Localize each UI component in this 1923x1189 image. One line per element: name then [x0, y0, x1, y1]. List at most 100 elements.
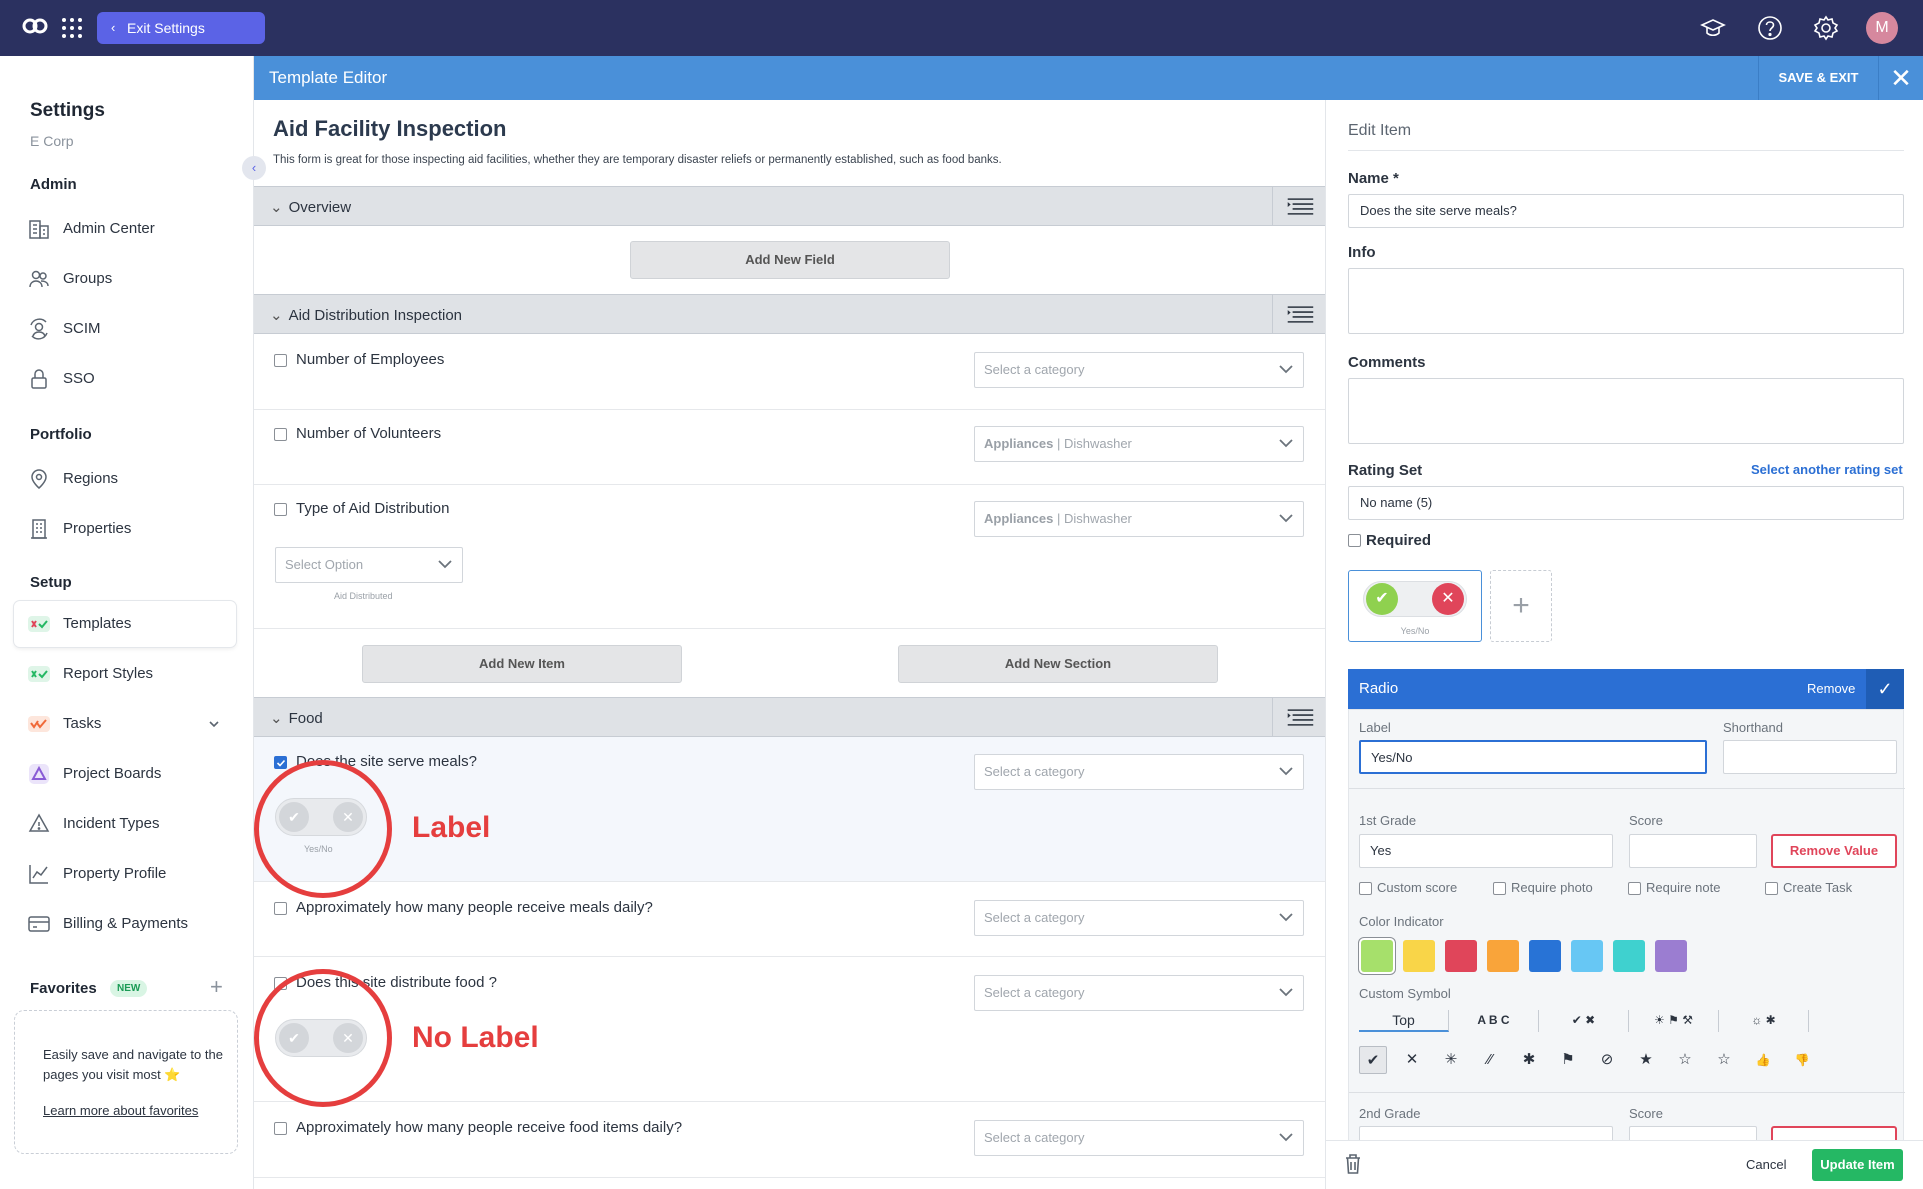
- update-item-button[interactable]: Update Item: [1812, 1149, 1903, 1181]
- check-icon[interactable]: ✔: [1359, 1046, 1387, 1074]
- thumbs-down-icon[interactable]: 👎: [1788, 1046, 1816, 1074]
- reorder-icon[interactable]: [1272, 295, 1325, 333]
- sidebar-item-templates[interactable]: Templates: [14, 601, 236, 647]
- question-row-selected[interactable]: Does the site serve meals? Select a cate…: [254, 737, 1325, 898]
- category-select[interactable]: Appliances | Dishwasher: [974, 426, 1304, 462]
- reorder-icon[interactable]: [1272, 698, 1325, 736]
- check-icon[interactable]: ✓: [1866, 669, 1904, 709]
- rating-set-field[interactable]: No name (5): [1348, 486, 1904, 520]
- sidebar-item-incident-types[interactable]: Incident Types: [14, 801, 236, 847]
- color-swatch-purple[interactable]: [1655, 940, 1687, 972]
- apps-grid-icon[interactable]: [61, 17, 83, 39]
- color-swatch-orange[interactable]: [1487, 940, 1519, 972]
- add-favorite-plus-icon[interactable]: +: [210, 974, 223, 1000]
- custom-score-checkbox[interactable]: Custom score: [1359, 880, 1457, 895]
- add-new-item-button[interactable]: Add New Item: [362, 645, 682, 683]
- color-swatch-red[interactable]: [1445, 940, 1477, 972]
- sidebar-item-properties[interactable]: Properties: [14, 506, 236, 552]
- star-filled-icon[interactable]: ★: [1632, 1046, 1660, 1074]
- question-checkbox[interactable]: [274, 503, 287, 516]
- color-swatch-yellow[interactable]: [1403, 940, 1435, 972]
- exit-settings-button[interactable]: ‹ Exit Settings: [97, 12, 265, 44]
- category-select[interactable]: Appliances | Dishwasher: [974, 501, 1304, 537]
- remove-radio-link[interactable]: Remove: [1807, 681, 1855, 696]
- sparkle-icon[interactable]: ✳: [1437, 1046, 1465, 1074]
- section-header-aid-distribution[interactable]: ⌄ Aid Distribution Inspection: [254, 294, 1325, 334]
- question-row[interactable]: Approximately how many people receive fo…: [254, 1102, 1325, 1178]
- user-avatar[interactable]: M: [1866, 12, 1898, 44]
- tab-weather[interactable]: ☀ ⚑ ⚒: [1629, 1010, 1719, 1032]
- sidebar-item-tasks[interactable]: Tasks: [14, 701, 236, 747]
- reorder-icon[interactable]: [1272, 187, 1325, 225]
- sidebar-item-scim[interactable]: SCIM: [14, 306, 236, 352]
- graduation-cap-icon[interactable]: [1699, 14, 1727, 42]
- add-new-field-button[interactable]: Add New Field: [630, 241, 950, 279]
- require-photo-checkbox[interactable]: Require photo: [1493, 880, 1593, 895]
- question-row[interactable]: Number of Volunteers Appliances | Dishwa…: [254, 410, 1325, 485]
- save-exit-button[interactable]: SAVE & EXIT: [1758, 56, 1878, 100]
- question-checkbox[interactable]: [274, 902, 287, 915]
- add-new-section-button[interactable]: Add New Section: [898, 645, 1218, 683]
- select-another-rating-set-link[interactable]: Select another rating set: [1751, 462, 1903, 477]
- question-row[interactable]: Number of Employees Select a category: [254, 334, 1325, 410]
- tab-misc[interactable]: ☼ ✱: [1719, 1010, 1809, 1032]
- ban-icon[interactable]: ⊘: [1593, 1046, 1621, 1074]
- category-select[interactable]: Select a category: [974, 975, 1304, 1011]
- question-checkbox[interactable]: [274, 354, 287, 367]
- required-checkbox[interactable]: [1348, 534, 1361, 547]
- cancel-button[interactable]: Cancel: [1746, 1157, 1786, 1172]
- question-checkbox[interactable]: [274, 428, 287, 441]
- select-option-dropdown[interactable]: Select Option: [275, 547, 463, 583]
- help-icon[interactable]: [1756, 14, 1784, 42]
- category-select[interactable]: Select a category: [974, 754, 1304, 790]
- close-icon[interactable]: ✕: [1398, 1046, 1426, 1074]
- gear-icon[interactable]: [1812, 14, 1840, 42]
- star-outline-icon[interactable]: ☆: [1710, 1046, 1738, 1074]
- score-input[interactable]: [1629, 834, 1757, 868]
- color-swatch-teal[interactable]: [1613, 940, 1645, 972]
- remove-value-button[interactable]: Remove Value: [1771, 834, 1897, 868]
- rating-preview-card[interactable]: ✔ ✕ Yes/No: [1348, 570, 1482, 642]
- sidebar-item-report-styles[interactable]: Report Styles: [14, 651, 236, 697]
- tab-letters[interactable]: A B C: [1449, 1010, 1539, 1032]
- slashes-icon[interactable]: ⁄⁄: [1476, 1046, 1504, 1074]
- color-swatch-light-blue[interactable]: [1571, 940, 1603, 972]
- sidebar-item-billing-payments[interactable]: Billing & Payments: [14, 901, 236, 947]
- question-row[interactable]: Does this site distribute food ? Select …: [254, 957, 1325, 1107]
- color-swatch-blue[interactable]: [1529, 940, 1561, 972]
- create-task-checkbox[interactable]: Create Task: [1765, 880, 1852, 895]
- question-checkbox-checked[interactable]: [274, 756, 287, 769]
- question-row[interactable]: Approximately how many people receive me…: [254, 882, 1325, 957]
- tab-top[interactable]: Top: [1359, 1010, 1449, 1032]
- flag-icon[interactable]: ⚑: [1554, 1046, 1582, 1074]
- first-grade-input[interactable]: Yes: [1359, 834, 1613, 868]
- section-header-overview[interactable]: ⌄ Overview: [254, 186, 1325, 226]
- question-row[interactable]: Type of Aid Distribution Appliances | Di…: [254, 485, 1325, 629]
- sidebar-item-admin-center[interactable]: Admin Center: [14, 206, 236, 252]
- category-select[interactable]: Select a category: [974, 1120, 1304, 1156]
- logo-icon[interactable]: [20, 12, 50, 42]
- bug-icon[interactable]: ✱: [1515, 1046, 1543, 1074]
- collapse-sidebar-button[interactable]: ‹: [242, 156, 266, 180]
- shorthand-input[interactable]: [1723, 740, 1897, 774]
- tab-check-cross[interactable]: ✔ ✖: [1539, 1010, 1629, 1032]
- require-note-checkbox[interactable]: Require note: [1628, 880, 1720, 895]
- question-checkbox[interactable]: [274, 1122, 287, 1135]
- sidebar-item-regions[interactable]: Regions: [14, 456, 236, 502]
- color-swatch-green-selected[interactable]: [1361, 940, 1393, 972]
- add-rating-plus-icon[interactable]: +: [1490, 570, 1552, 642]
- category-select[interactable]: Select a category: [974, 352, 1304, 388]
- star-half-icon[interactable]: ☆: [1671, 1046, 1699, 1074]
- sidebar-item-project-boards[interactable]: Project Boards: [14, 751, 236, 797]
- learn-more-favorites-link[interactable]: Learn more about favorites: [43, 1103, 198, 1118]
- info-textarea[interactable]: [1348, 268, 1904, 334]
- name-input[interactable]: Does the site serve meals?: [1348, 194, 1904, 228]
- thumbs-up-icon[interactable]: 👍: [1749, 1046, 1777, 1074]
- close-icon[interactable]: ✕: [1878, 56, 1923, 100]
- category-select[interactable]: Select a category: [974, 900, 1304, 936]
- sidebar-item-property-profile[interactable]: Property Profile: [14, 851, 236, 897]
- trash-icon[interactable]: [1344, 1153, 1362, 1175]
- label-input[interactable]: Yes/No: [1359, 740, 1707, 774]
- sidebar-item-groups[interactable]: Groups: [14, 256, 236, 302]
- sidebar-item-sso[interactable]: SSO: [14, 356, 236, 402]
